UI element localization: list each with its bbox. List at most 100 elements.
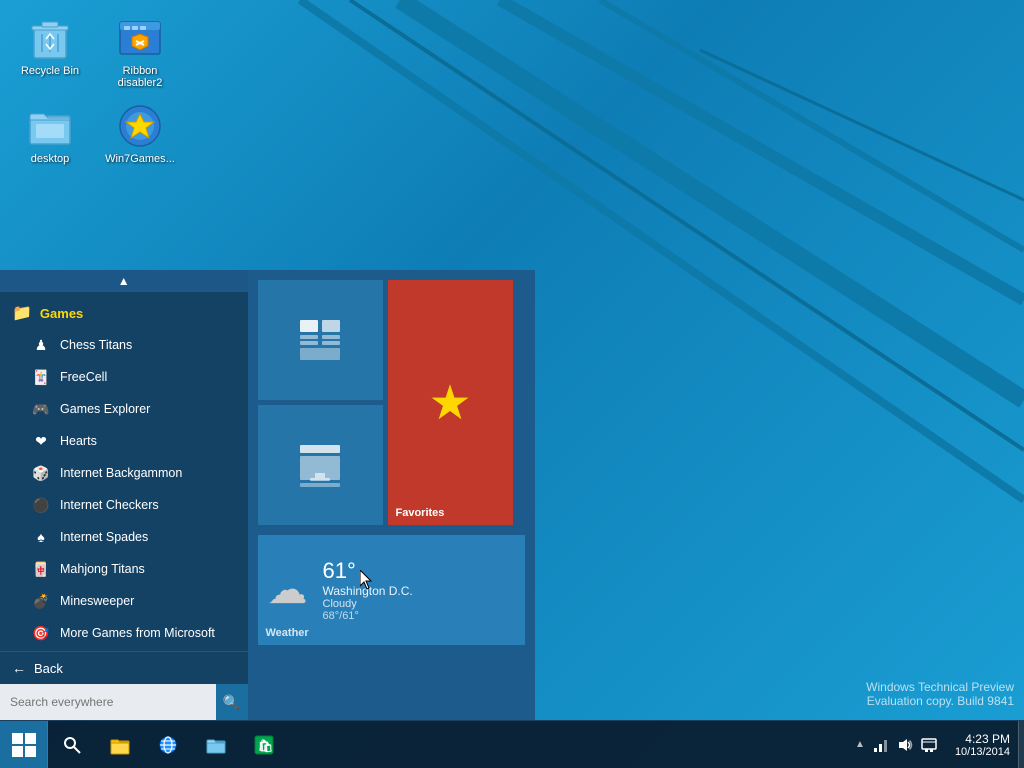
recycle-bin-svg — [26, 14, 74, 62]
clock-date: 10/13/2014 — [955, 746, 1010, 758]
games-folder-icon: 📁 — [12, 303, 32, 323]
hearts-icon: ❤ — [30, 430, 52, 452]
menu-item-minesweeper[interactable]: 💣 Minesweeper — [0, 585, 248, 617]
taskbar-search-icon — [62, 735, 82, 755]
menu-item-mahjong-titans[interactable]: 🀄 Mahjong Titans — [0, 553, 248, 585]
freecell-icon: 🃏 — [30, 366, 52, 388]
win7games-image — [116, 102, 164, 150]
action-center-svg — [921, 737, 937, 753]
ribbon-disabler-image — [116, 14, 164, 62]
menu-item-chess-titans[interactable]: ♟ Chess Titans — [0, 329, 248, 361]
speaker-svg — [897, 737, 913, 753]
menu-item-purble-place[interactable]: 🎪 Purble Place — [0, 649, 248, 651]
taskbar-file-explorer[interactable] — [96, 721, 144, 768]
taskbar: 🛍 ▲ — [0, 720, 1024, 768]
win7games-label: Win7Games... — [105, 153, 175, 165]
weather-tile-label: Weather — [266, 627, 309, 639]
weather-temp: 61° — [323, 558, 516, 584]
minesweeper-label: Minesweeper — [60, 594, 134, 608]
tile-favorites[interactable]: ★ Favorites — [388, 280, 513, 525]
tray-action-center-icon[interactable] — [919, 735, 939, 755]
network-svg — [873, 737, 889, 753]
more-games-icon: 🎯 — [30, 622, 52, 644]
taskbar-store[interactable]: 🛍 — [240, 721, 288, 768]
search-input[interactable] — [0, 689, 216, 715]
search-icon: 🔍 — [223, 694, 240, 711]
show-desktop-button[interactable] — [1018, 721, 1024, 768]
tile-weather[interactable]: ☁ 61° Washington D.C. Cloudy 68°/61° Wea… — [258, 535, 526, 645]
games-explorer-label: Games Explorer — [60, 402, 150, 416]
watermark-line1: Windows Technical Preview — [866, 680, 1014, 694]
mahjong-titans-label: Mahjong Titans — [60, 562, 145, 576]
tray-network-icon[interactable] — [871, 735, 891, 755]
ribbon-disabler-svg — [116, 14, 164, 62]
tray-speaker-icon[interactable] — [895, 735, 915, 755]
taskbar-ie-icon — [157, 734, 179, 756]
tile-2[interactable] — [258, 405, 383, 525]
clock-time: 4:23 PM — [965, 732, 1010, 746]
desktop-folder-svg — [26, 102, 74, 150]
internet-backgammon-icon: 🎲 — [30, 462, 52, 484]
internet-backgammon-label: Internet Backgammon — [60, 466, 182, 480]
weather-info: 61° Washington D.C. Cloudy 68°/61° — [323, 558, 516, 622]
more-games-label: More Games from Microsoft — [60, 626, 215, 640]
taskbar-folder[interactable] — [192, 721, 240, 768]
svg-text:🛍: 🛍 — [258, 739, 273, 753]
menu-list: 📁 Games ♟ Chess Titans 🃏 FreeCell — [0, 292, 248, 651]
recycle-bin-image — [26, 14, 74, 62]
menu-item-more-games[interactable]: 🎯 More Games from Microsoft — [0, 617, 248, 649]
menu-item-freecell[interactable]: 🃏 FreeCell — [0, 361, 248, 393]
favorites-label: Favorites — [396, 507, 445, 519]
search-button[interactable]: 🔍 — [216, 684, 248, 720]
games-group-header[interactable]: 📁 Games — [0, 297, 248, 329]
menu-list-container: ▲ 📁 Games ♟ Chess Titans � — [0, 270, 248, 651]
back-button[interactable]: ← Back — [0, 651, 248, 684]
freecell-label: FreeCell — [60, 370, 107, 384]
ribbon-disabler-label: Ribbon disabler2 — [104, 65, 176, 89]
recycle-bin-icon[interactable]: Recycle Bin — [10, 10, 90, 93]
chess-titans-icon: ♟ — [30, 334, 52, 356]
taskbar-store-icon: 🛍 — [253, 734, 275, 756]
minesweeper-icon: 💣 — [30, 590, 52, 612]
taskbar-internet-explorer[interactable] — [144, 721, 192, 768]
system-tray: ▲ — [845, 735, 947, 755]
clock-area[interactable]: 4:23 PM 10/13/2014 — [947, 732, 1018, 758]
weather-range: 68°/61° — [323, 610, 516, 622]
taskbar-search[interactable] — [48, 721, 96, 768]
ribbon-disabler-icon[interactable]: Ribbon disabler2 — [100, 10, 180, 93]
win-logo-quad-4 — [25, 746, 36, 757]
windows-logo — [12, 733, 36, 757]
tile-1[interactable] — [258, 280, 383, 400]
menu-item-internet-backgammon[interactable]: 🎲 Internet Backgammon — [0, 457, 248, 489]
desktop-icons-area: Recycle Bin R — [10, 10, 180, 169]
watermark: Windows Technical Preview Evaluation cop… — [866, 680, 1014, 708]
internet-checkers-icon: ⚫ — [30, 494, 52, 516]
win-logo-quad-1 — [12, 733, 23, 744]
desktop-folder-icon[interactable]: desktop — [10, 98, 90, 169]
watermark-line2: Evaluation copy. Build 9841 — [866, 694, 1014, 708]
desktop-icon-row-2: desktop Win7Games... — [10, 98, 180, 169]
menu-item-internet-spades[interactable]: ♠ Internet Spades — [0, 521, 248, 553]
menu-item-internet-checkers[interactable]: ⚫ Internet Checkers — [0, 489, 248, 521]
weather-cloud-icon: ☁ — [268, 567, 308, 613]
scroll-up-arrow[interactable]: ▲ — [0, 270, 248, 292]
internet-checkers-label: Internet Checkers — [60, 498, 159, 512]
internet-spades-label: Internet Spades — [60, 530, 148, 544]
menu-item-hearts[interactable]: ❤ Hearts — [0, 425, 248, 457]
favorites-star-icon: ★ — [428, 375, 471, 431]
win7games-icon[interactable]: Win7Games... — [100, 98, 180, 169]
desktop-folder-image — [26, 102, 74, 150]
win-logo-quad-3 — [12, 746, 23, 757]
tray-show-hidden[interactable]: ▲ — [853, 737, 867, 752]
recycle-bin-label: Recycle Bin — [21, 65, 79, 77]
start-button[interactable] — [0, 721, 48, 768]
win-logo-quad-2 — [25, 733, 36, 744]
back-label: Back — [34, 661, 63, 676]
internet-spades-icon: ♠ — [30, 526, 52, 548]
start-menu-content: ▲ 📁 Games ♟ Chess Titans � — [0, 270, 535, 720]
back-arrow-icon: ← — [12, 660, 26, 676]
weather-city: Washington D.C. — [323, 584, 516, 598]
mahjong-titans-icon: 🀄 — [30, 558, 52, 580]
right-panel: ★ Favorites — [248, 270, 536, 720]
menu-item-games-explorer[interactable]: 🎮 Games Explorer — [0, 393, 248, 425]
